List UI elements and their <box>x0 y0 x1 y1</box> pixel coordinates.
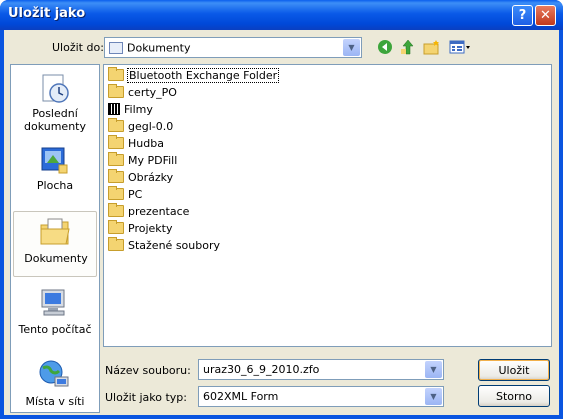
view-menu-icon[interactable] <box>448 38 472 56</box>
folder-icon <box>108 84 124 98</box>
place-label: Tento počítač <box>18 323 92 336</box>
place-label: Plocha <box>36 179 74 192</box>
desktop-icon <box>37 145 71 177</box>
folder-icon <box>108 220 124 234</box>
network-icon <box>37 359 71 391</box>
place-network[interactable]: Místa v síti <box>13 355 97 419</box>
new-folder-icon[interactable] <box>423 38 441 56</box>
film-folder-icon <box>108 103 120 115</box>
folder-icon <box>108 169 124 183</box>
filetype-label: Uložit jako typ: <box>105 391 187 404</box>
filetype-value: 602XML Form <box>203 390 279 403</box>
save-in-label: Uložit do: <box>52 41 104 54</box>
folder-icon <box>108 203 124 217</box>
filename-label: Název souboru: <box>105 364 191 377</box>
cancel-button[interactable]: Storno <box>478 385 550 407</box>
save-as-dialog: Uložit jako ? ✕ Uložit do: Dokumenty ▼ P… <box>0 0 563 419</box>
list-item[interactable]: Stažené soubory <box>108 237 221 254</box>
list-item[interactable]: gegl-0.0 <box>108 118 174 135</box>
documents-icon <box>38 216 72 248</box>
list-item-label: Filmy <box>124 102 153 116</box>
save-in-value: Dokumenty <box>127 41 191 55</box>
recent-documents-icon <box>37 73 71 105</box>
computer-icon <box>37 287 71 319</box>
file-list[interactable]: Bluetooth Exchange Folder certy_PO Filmy… <box>103 64 552 347</box>
list-item-label: prezentace <box>128 204 190 218</box>
list-item-label: certy_PO <box>128 85 177 99</box>
list-item[interactable]: Hudba <box>108 135 165 152</box>
list-item[interactable]: PC <box>108 186 143 203</box>
folder-icon <box>108 67 124 81</box>
back-icon[interactable] <box>376 38 394 56</box>
place-label: Poslední <box>32 107 78 120</box>
save-button[interactable]: Uložit <box>478 359 550 381</box>
place-recent-documents[interactable]: Poslední dokumenty <box>13 69 97 135</box>
chevron-down-icon[interactable]: ▼ <box>425 361 442 378</box>
list-item[interactable]: Filmy <box>108 102 154 118</box>
chevron-down-icon[interactable]: ▼ <box>425 388 442 405</box>
music-folder-icon <box>108 135 124 149</box>
list-item-label: Bluetooth Exchange Folder <box>127 67 280 83</box>
help-button[interactable]: ? <box>512 5 533 26</box>
place-my-computer[interactable]: Tento počítač <box>13 283 97 349</box>
place-desktop[interactable]: Plocha <box>13 141 97 207</box>
list-item-label: Projekty <box>128 221 173 235</box>
documents-folder-icon <box>109 42 123 54</box>
place-documents[interactable]: Dokumenty <box>13 211 97 277</box>
chevron-down-icon[interactable]: ▼ <box>343 39 360 56</box>
folder-icon <box>108 152 124 166</box>
place-label: dokumenty <box>24 120 86 133</box>
place-label: Dokumenty <box>24 252 88 265</box>
list-item[interactable]: certy_PO <box>108 84 178 101</box>
folder-icon <box>108 118 124 132</box>
close-button[interactable]: ✕ <box>535 5 556 26</box>
folder-icon <box>108 186 124 200</box>
filetype-select[interactable]: 602XML Form ▼ <box>198 386 444 407</box>
place-label: Místa v síti <box>25 395 85 408</box>
list-item-label: Stažené soubory <box>128 238 220 252</box>
list-item[interactable]: My PDFill <box>108 152 178 169</box>
list-item[interactable]: Projekty <box>108 220 173 237</box>
dialog-body: Uložit do: Dokumenty ▼ Poslední dokument… <box>4 30 559 415</box>
filename-value: uraz30_6_9_2010.zfo <box>203 363 320 376</box>
list-item-label: Obrázky <box>128 170 174 184</box>
window-title: Uložit jako <box>8 6 86 21</box>
places-bar: Poslední dokumenty Plocha Dokumenty Tent… <box>10 64 100 413</box>
folder-icon <box>108 237 124 251</box>
list-item-label: Hudba <box>128 136 164 150</box>
list-item-label: PC <box>128 187 143 201</box>
title-bar[interactable]: Uložit jako ? ✕ <box>0 0 563 30</box>
up-folder-icon[interactable] <box>399 38 417 56</box>
list-item-label: My PDFill <box>128 153 178 167</box>
list-item[interactable]: prezentace <box>108 203 190 220</box>
save-in-combo[interactable]: Dokumenty ▼ <box>104 37 362 58</box>
list-item[interactable]: Bluetooth Exchange Folder <box>108 67 280 84</box>
list-item[interactable]: Obrázky <box>108 169 174 186</box>
list-item-label: gegl-0.0 <box>128 119 174 133</box>
filename-input[interactable]: uraz30_6_9_2010.zfo ▼ <box>198 359 444 380</box>
